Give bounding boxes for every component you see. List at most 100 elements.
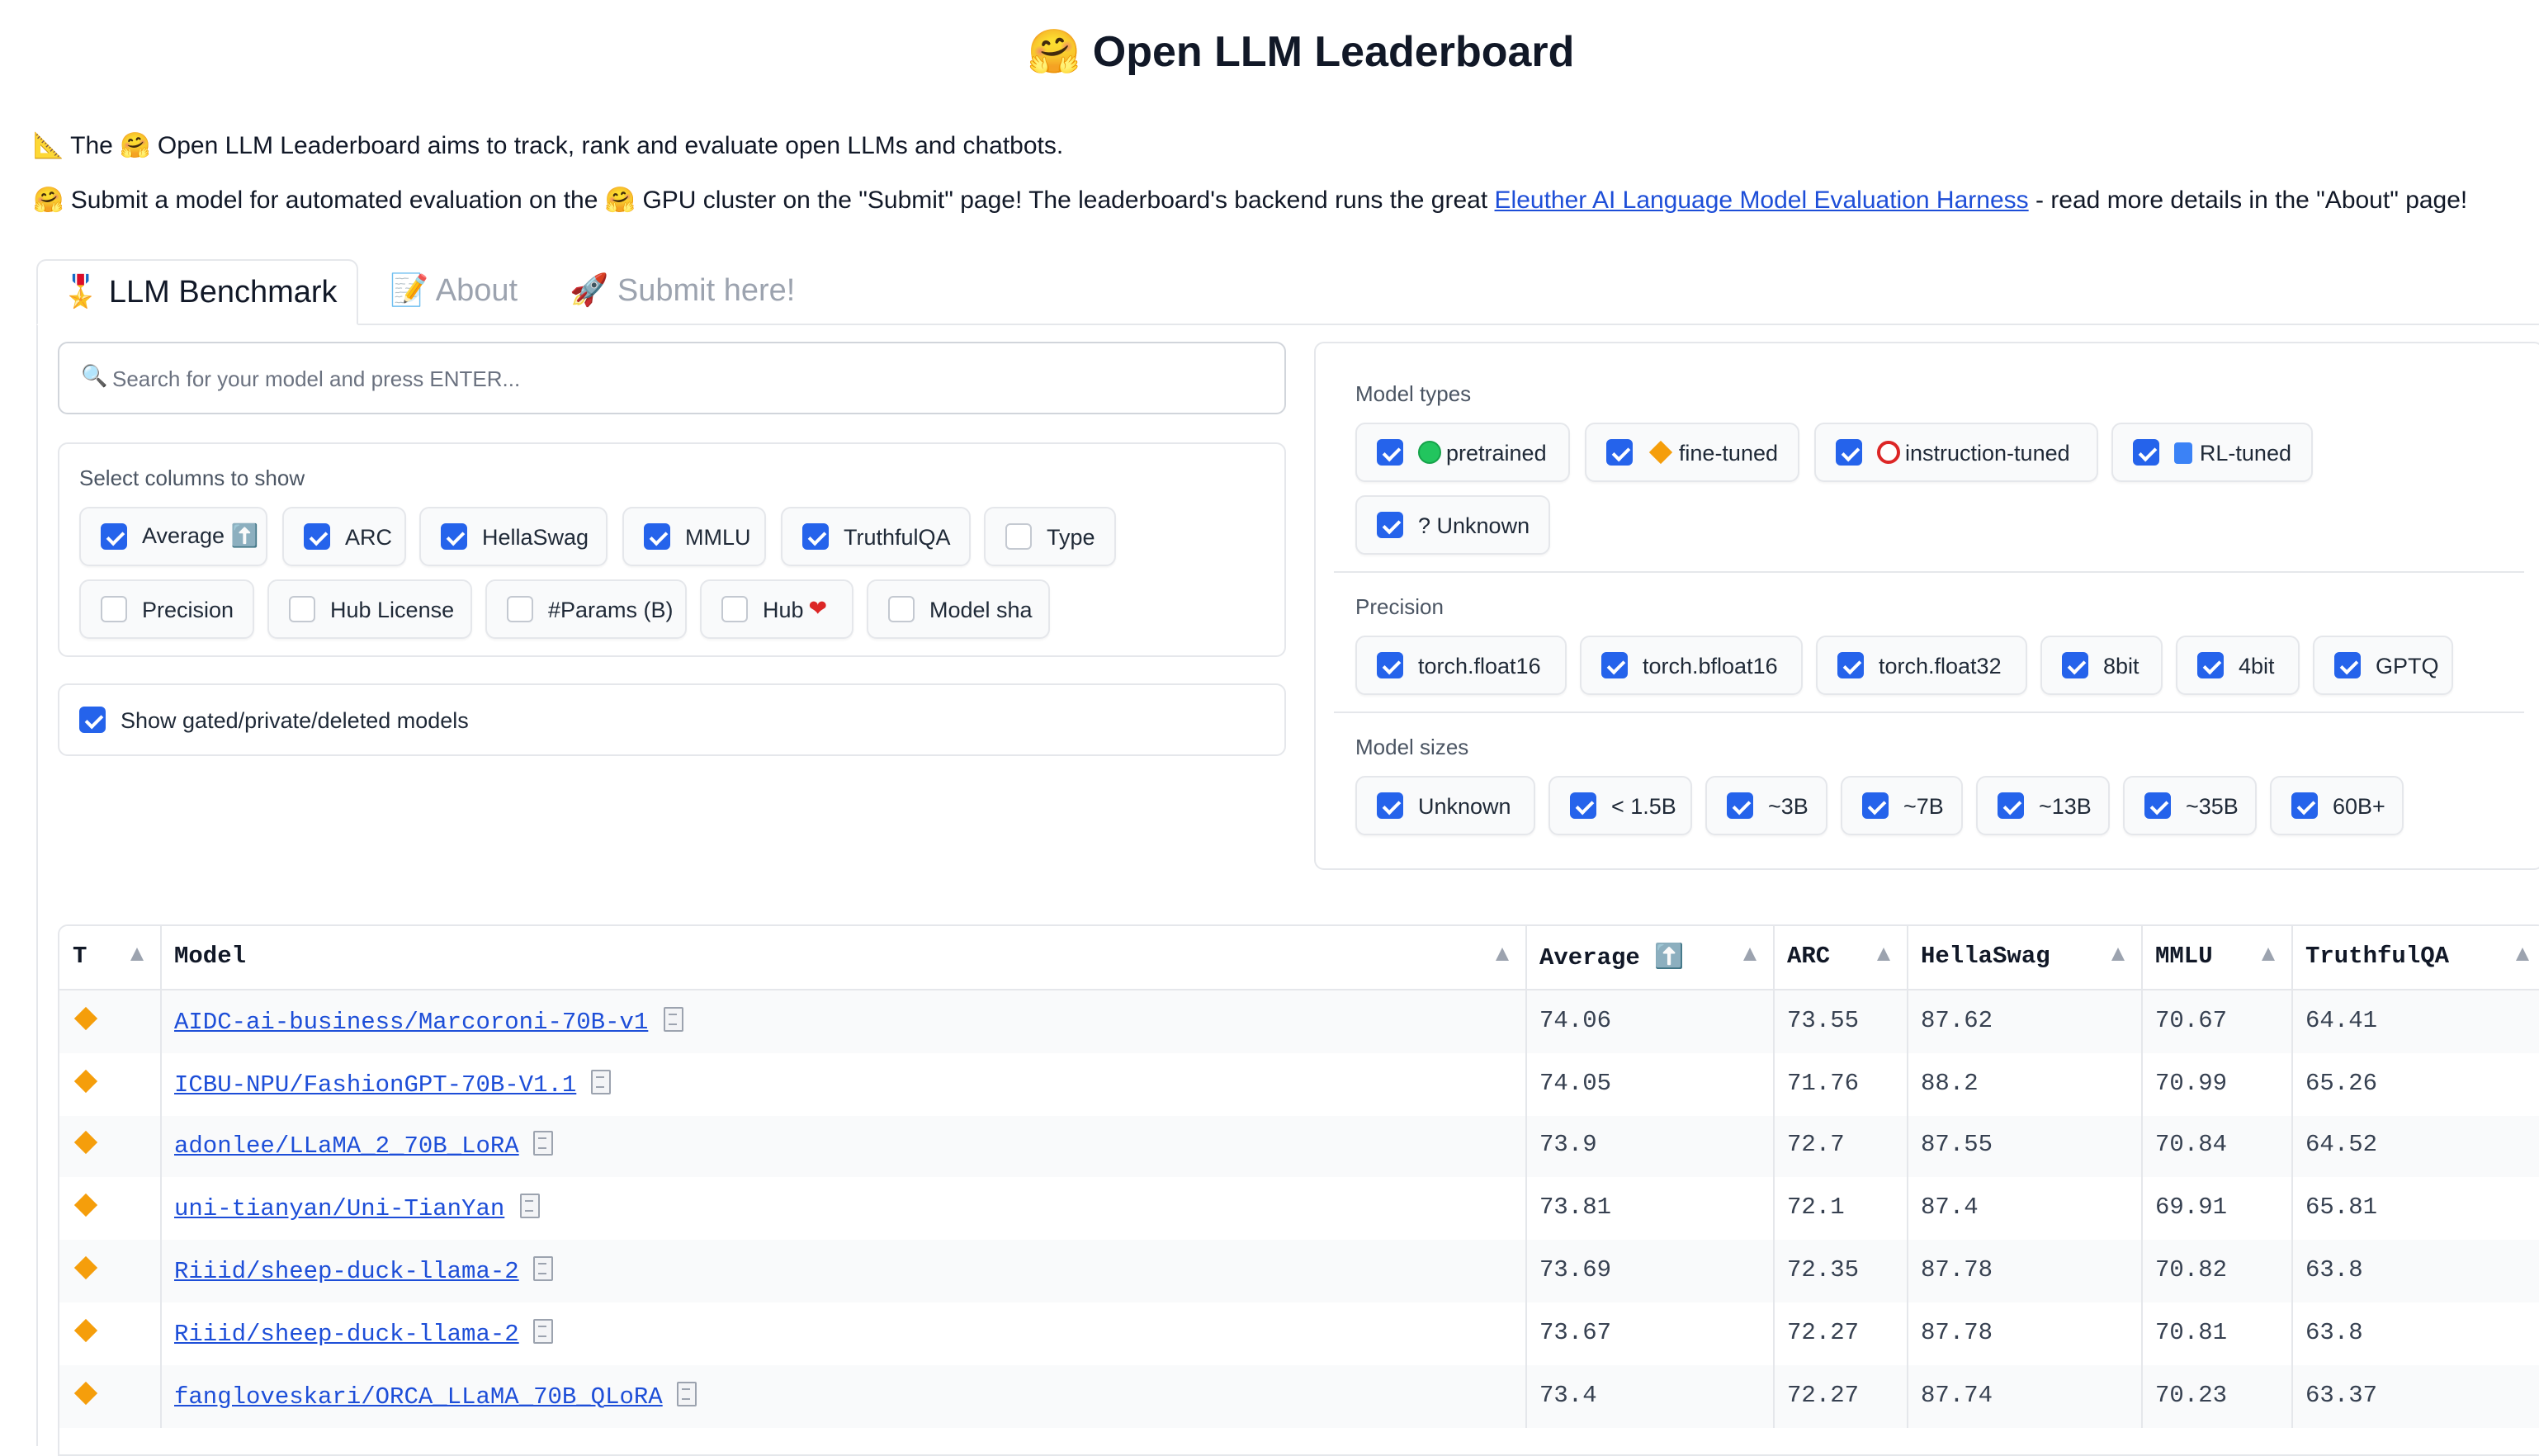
size-unknown[interactable]: Unknown xyxy=(1355,776,1535,835)
model-type-fine-tuned[interactable]: fine-tuned xyxy=(1585,423,1799,482)
copy-doc-icon[interactable] xyxy=(663,1006,683,1032)
checkbox[interactable] xyxy=(1836,439,1862,466)
column-option-params[interactable]: #Params (B) xyxy=(485,579,687,639)
model-type-pretrained[interactable]: pretrained xyxy=(1355,423,1570,482)
checkbox[interactable] xyxy=(2197,652,2224,678)
checkbox[interactable] xyxy=(888,596,915,622)
eleuther-harness-link[interactable]: Eleuther AI Language Model Evaluation Ha… xyxy=(1495,187,2029,215)
column-option-mmlu[interactable]: MMLU xyxy=(622,507,766,566)
precision-gptq[interactable]: GPTQ xyxy=(2313,636,2453,695)
col-header-average[interactable]: Average ⬆️ xyxy=(1525,926,1774,990)
checkbox[interactable] xyxy=(1606,439,1633,466)
size-3b[interactable]: ~3B xyxy=(1705,776,1827,835)
model-link[interactable]: AIDC-ai-business/Marcoroni-70B-v1 xyxy=(174,1010,648,1037)
precision-8bit[interactable]: 8bit xyxy=(2040,636,2163,695)
tab-about[interactable]: 📝 About xyxy=(366,259,541,325)
checkbox[interactable] xyxy=(1377,439,1403,466)
checkbox[interactable] xyxy=(101,596,127,622)
sort-arrow-icon[interactable] xyxy=(1495,948,1508,961)
col-header-type[interactable]: T xyxy=(59,926,161,990)
model-type-unknown[interactable]: ? Unknown xyxy=(1355,495,1550,555)
copy-doc-icon[interactable] xyxy=(677,1381,697,1406)
checkbox[interactable] xyxy=(1377,652,1403,678)
column-option-truthfulqa[interactable]: TruthfulQA xyxy=(781,507,971,566)
copy-doc-icon[interactable] xyxy=(533,1131,554,1156)
tab-llm-benchmark[interactable]: 🎖️ LLM Benchmark xyxy=(36,259,358,325)
gated-models-toggle[interactable]: Show gated/private/deleted models xyxy=(66,690,489,749)
checkbox[interactable] xyxy=(1377,792,1403,819)
column-option-model-sha[interactable]: Model sha xyxy=(867,579,1050,639)
column-option-precision[interactable]: Precision xyxy=(79,579,254,639)
checkbox[interactable] xyxy=(1837,652,1864,678)
sort-arrow-icon[interactable] xyxy=(2515,948,2528,961)
model-link[interactable]: fangloveskari/ORCA_LLaMA_70B_QLoRA xyxy=(174,1384,663,1411)
checkbox[interactable] xyxy=(1377,512,1403,538)
checkbox[interactable] xyxy=(802,523,829,550)
sort-arrow-icon[interactable] xyxy=(2111,948,2124,961)
size-lt-1-5b[interactable]: < 1.5B xyxy=(1548,776,1692,835)
copy-doc-icon[interactable] xyxy=(591,1069,612,1094)
divider xyxy=(1334,711,2524,713)
tab-submit[interactable]: 🚀 Submit here! xyxy=(546,259,818,325)
checkbox[interactable] xyxy=(1570,792,1596,819)
checkbox[interactable] xyxy=(304,523,330,550)
sort-arrow-icon[interactable] xyxy=(1876,948,1889,961)
model-link[interactable]: adonlee/LLaMA_2_70B_LoRA xyxy=(174,1135,519,1161)
col-header-truthfulqa[interactable]: TruthfulQA xyxy=(2291,926,2539,990)
model-type-rl-tuned[interactable]: RL-tuned xyxy=(2111,423,2313,482)
precision-float16[interactable]: torch.float16 xyxy=(1355,636,1567,695)
column-option-hub[interactable]: Hub ❤ xyxy=(700,579,853,639)
precision-bfloat16[interactable]: torch.bfloat16 xyxy=(1580,636,1803,695)
search-input[interactable] xyxy=(58,342,1286,414)
orange-diamond-icon xyxy=(73,1318,98,1342)
sort-arrow-icon[interactable] xyxy=(130,948,143,961)
copy-doc-icon[interactable] xyxy=(533,1256,554,1282)
checkbox[interactable] xyxy=(1005,523,1032,550)
copy-doc-icon[interactable] xyxy=(519,1194,540,1219)
size-35b[interactable]: ~35B xyxy=(2123,776,2257,835)
col-header-hellaswag[interactable]: HellaSwag xyxy=(1907,926,2142,990)
checkbox[interactable] xyxy=(644,523,670,550)
checkbox[interactable] xyxy=(289,596,315,622)
checkbox[interactable] xyxy=(1727,792,1753,819)
copy-doc-icon[interactable] xyxy=(533,1318,554,1344)
precision-float32[interactable]: torch.float32 xyxy=(1816,636,2027,695)
sort-arrow-icon[interactable] xyxy=(1742,948,1756,961)
checkbox[interactable] xyxy=(1998,792,2024,819)
checkbox[interactable] xyxy=(721,596,748,622)
model-link[interactable]: ICBU-NPU/FashionGPT-70B-V1.1 xyxy=(174,1072,576,1099)
model-link[interactable]: Riiid/sheep-duck-llama-2 xyxy=(174,1322,519,1349)
option-label: 8bit xyxy=(2103,653,2139,678)
precision-4bit[interactable]: 4bit xyxy=(2176,636,2300,695)
option-label: MMLU xyxy=(685,524,751,549)
size-13b[interactable]: ~13B xyxy=(1976,776,2110,835)
size-7b[interactable]: ~7B xyxy=(1841,776,1963,835)
checkbox[interactable] xyxy=(79,707,106,733)
model-link[interactable]: Riiid/sheep-duck-llama-2 xyxy=(174,1260,519,1286)
column-option-arc[interactable]: ARC xyxy=(282,507,406,566)
model-type-instruction-tuned[interactable]: instruction-tuned xyxy=(1814,423,2098,482)
col-header-arc[interactable]: ARC xyxy=(1773,926,1908,990)
checkbox[interactable] xyxy=(101,523,127,550)
checkbox[interactable] xyxy=(441,523,467,550)
checkbox[interactable] xyxy=(507,596,533,622)
model-cell: uni-tianyan/Uni-TianYan xyxy=(160,1177,1526,1241)
model-link[interactable]: uni-tianyan/Uni-TianYan xyxy=(174,1198,504,1224)
column-option-average[interactable]: Average ⬆️ xyxy=(79,507,267,566)
checkbox[interactable] xyxy=(2062,652,2088,678)
checkbox[interactable] xyxy=(1601,652,1628,678)
checkbox[interactable] xyxy=(2133,439,2159,466)
checkbox[interactable] xyxy=(2144,792,2171,819)
column-option-hub-license[interactable]: Hub License xyxy=(267,579,472,639)
col-header-mmlu[interactable]: MMLU xyxy=(2141,926,2292,990)
checkbox[interactable] xyxy=(2334,652,2361,678)
size-60b-plus[interactable]: 60B+ xyxy=(2270,776,2404,835)
col-header-model[interactable]: Model xyxy=(160,926,1526,990)
column-option-type[interactable]: Type xyxy=(984,507,1116,566)
average-cell: 73.9 xyxy=(1525,1115,1774,1178)
checkbox[interactable] xyxy=(1862,792,1889,819)
option-label: torch.float32 xyxy=(1879,653,2002,678)
sort-arrow-icon[interactable] xyxy=(2261,948,2274,961)
column-option-hellaswag[interactable]: HellaSwag xyxy=(419,507,608,566)
checkbox[interactable] xyxy=(2291,792,2318,819)
